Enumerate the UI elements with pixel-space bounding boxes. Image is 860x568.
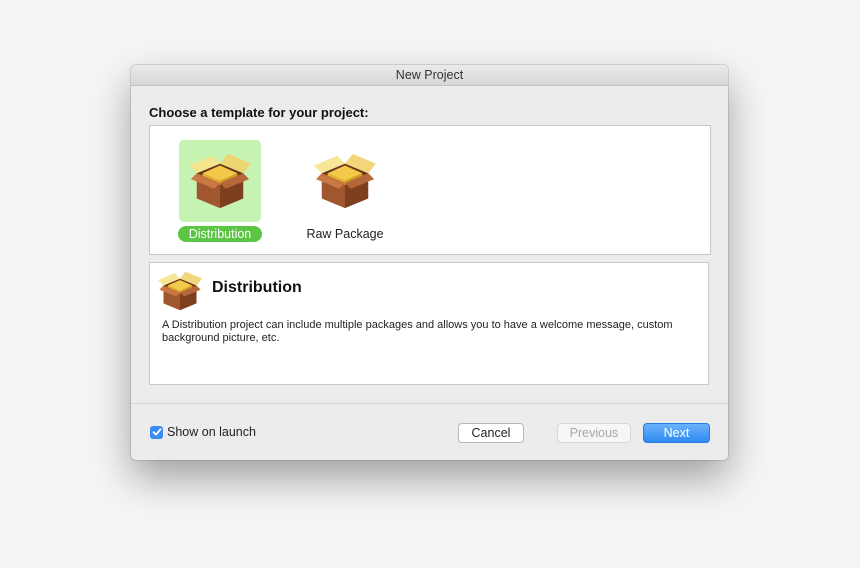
template-heading: Choose a template for your project: [149, 105, 369, 120]
template-grid: Distribution Raw Package [149, 125, 711, 255]
footer-divider [131, 403, 728, 404]
package-box-icon [158, 269, 202, 313]
package-box-icon [314, 150, 376, 212]
template-icon-bg [304, 140, 386, 222]
checkbox-checked-icon[interactable] [150, 425, 163, 439]
template-description-panel: Distribution A Distribution project can … [149, 262, 709, 385]
previous-button[interactable]: Previous [557, 423, 631, 443]
template-icon-bg [179, 140, 261, 222]
new-project-dialog: New Project Choose a template for your p… [131, 65, 728, 460]
show-on-launch-checkbox[interactable]: Show on launch [150, 425, 256, 439]
template-raw-package[interactable]: Raw Package [295, 140, 395, 244]
window-title: New Project [131, 65, 728, 86]
description-text: A Distribution project can include multi… [162, 319, 673, 344]
next-button[interactable]: Next [643, 423, 710, 443]
template-label: Raw Package [306, 227, 384, 241]
template-distribution[interactable]: Distribution [170, 140, 270, 244]
description-title: Distribution [212, 279, 302, 296]
cancel-button[interactable]: Cancel [458, 423, 524, 443]
package-box-icon [189, 150, 251, 212]
show-on-launch-label: Show on launch [167, 425, 256, 439]
template-label: Distribution [177, 226, 263, 242]
